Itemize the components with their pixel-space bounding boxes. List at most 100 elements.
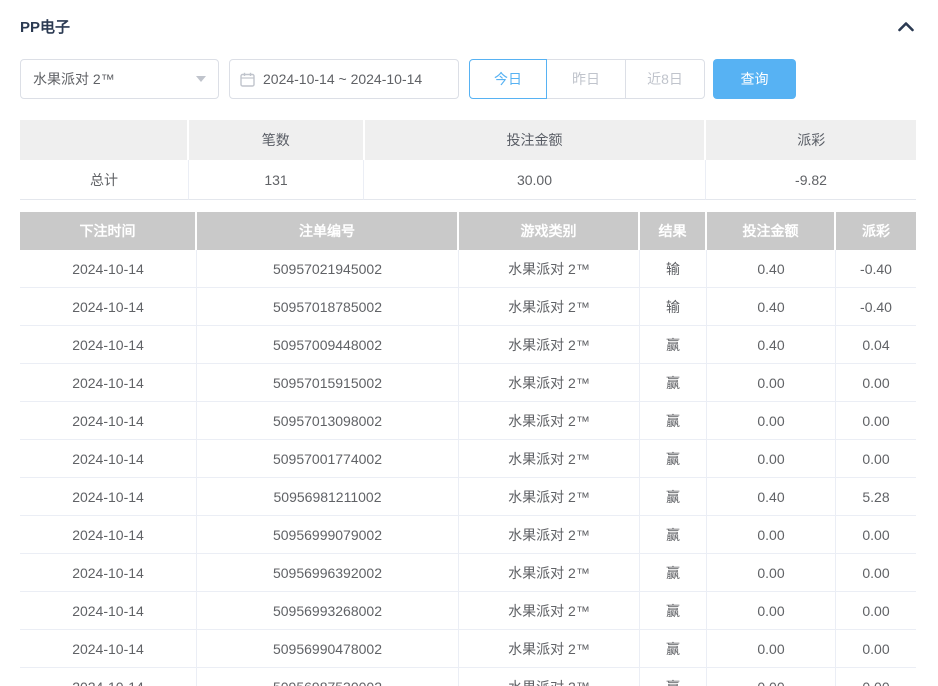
summary-header-payout: 派彩 [706,120,916,160]
table-row: 2024-10-14 50956990478002 水果派对 2™ 赢 0.00… [20,630,916,668]
cell-order-id: 50957001774002 [197,440,459,478]
chevron-up-icon [898,21,914,32]
cell-bet-amount: 0.40 [707,288,836,326]
summary-table-header: 笔数 投注金额 派彩 [20,120,916,160]
table-row: 2024-10-14 50956987530002 水果派对 2™ 赢 0.00… [20,668,916,686]
cell-bet-amount: 0.40 [707,478,836,516]
cell-game-type: 水果派对 2™ [459,478,640,516]
cell-game-type: 水果派对 2™ [459,250,640,288]
cell-payout: -0.40 [836,250,916,288]
detail-header-result: 结果 [640,212,707,250]
summary-header-count: 笔数 [189,120,363,160]
detail-header-bet-time: 下注时间 [20,212,197,250]
cell-game-type: 水果派对 2™ [459,440,640,478]
cell-bet-time: 2024-10-14 [20,326,197,364]
yesterday-button[interactable]: 昨日 [546,59,626,99]
cell-result: 赢 [640,668,707,686]
cell-bet-amount: 0.00 [707,630,836,668]
cell-game-type: 水果派对 2™ [459,288,640,326]
cell-payout: 0.00 [836,440,916,478]
cell-result: 赢 [640,592,707,630]
cell-order-id: 50957009448002 [197,326,459,364]
cell-result: 赢 [640,364,707,402]
cell-result: 赢 [640,630,707,668]
cell-bet-amount: 0.00 [707,440,836,478]
cell-bet-time: 2024-10-14 [20,478,197,516]
cell-result: 赢 [640,402,707,440]
cell-order-id: 50956999079002 [197,516,459,554]
detail-table: 下注时间 注单编号 游戏类别 结果 投注金额 派彩 2024-10-14 509… [20,212,916,686]
cell-game-type: 水果派对 2™ [459,668,640,686]
page-title: PP电子 [20,16,70,37]
cell-bet-amount: 0.40 [707,326,836,364]
cell-payout: 0.00 [836,630,916,668]
cell-result: 输 [640,288,707,326]
cell-payout: 5.28 [836,478,916,516]
cell-bet-amount: 0.00 [707,554,836,592]
cell-payout: 0.00 [836,402,916,440]
summary-total-payout: -9.82 [705,160,916,200]
cell-bet-amount: 0.40 [707,250,836,288]
last-8-days-button[interactable]: 近8日 [625,59,705,99]
cell-bet-time: 2024-10-14 [20,250,197,288]
cell-bet-amount: 0.00 [707,516,836,554]
cell-order-id: 50957018785002 [197,288,459,326]
cell-payout: 0.00 [836,516,916,554]
cell-result: 赢 [640,440,707,478]
quick-filter-group: 今日 昨日 近8日 [469,59,705,99]
calendar-icon [240,72,255,87]
table-row: 2024-10-14 50956999079002 水果派对 2™ 赢 0.00… [20,516,916,554]
cell-payout: 0.04 [836,326,916,364]
cell-game-type: 水果派对 2™ [459,326,640,364]
cell-order-id: 50956993268002 [197,592,459,630]
cell-result: 赢 [640,516,707,554]
search-button[interactable]: 查询 [713,59,796,99]
date-range-input[interactable]: 2024-10-14 ~ 2024-10-14 [229,59,459,99]
today-button[interactable]: 今日 [469,59,547,99]
table-row: 2024-10-14 50957015915002 水果派对 2™ 赢 0.00… [20,364,916,402]
cell-bet-time: 2024-10-14 [20,554,197,592]
cell-bet-time: 2024-10-14 [20,592,197,630]
panel-header: PP电子 [20,14,916,38]
detail-header-order-id: 注单编号 [197,212,459,250]
cell-bet-time: 2024-10-14 [20,630,197,668]
date-range-value: 2024-10-14 ~ 2024-10-14 [263,71,422,87]
detail-header-bet-amount: 投注金额 [707,212,836,250]
game-select-value: 水果派对 2™ [33,69,196,89]
cell-bet-amount: 0.00 [707,592,836,630]
cell-order-id: 50956981211002 [197,478,459,516]
cell-bet-amount: 0.00 [707,668,836,686]
cell-payout: 0.00 [836,364,916,402]
chevron-down-icon [196,76,206,82]
table-row: 2024-10-14 50956996392002 水果派对 2™ 赢 0.00… [20,554,916,592]
collapse-button[interactable] [896,16,916,36]
table-row: 2024-10-14 50956981211002 水果派对 2™ 赢 0.40… [20,478,916,516]
summary-total-bet-amount: 30.00 [363,160,705,200]
panel: PP电子 水果派对 2™ 2024-10-14 ~ 2024-10-14 今日 … [0,14,938,686]
cell-order-id: 50956990478002 [197,630,459,668]
cell-bet-amount: 0.00 [707,402,836,440]
summary-total-count: 131 [188,160,363,200]
table-row: 2024-10-14 50957013098002 水果派对 2™ 赢 0.00… [20,402,916,440]
cell-result: 赢 [640,326,707,364]
table-row: 2024-10-14 50957018785002 水果派对 2™ 输 0.40… [20,288,916,326]
cell-game-type: 水果派对 2™ [459,630,640,668]
cell-result: 赢 [640,554,707,592]
cell-payout: 0.00 [836,554,916,592]
cell-order-id: 50956987530002 [197,668,459,686]
summary-table: 笔数 投注金额 派彩 总计 131 30.00 -9.82 [20,120,916,200]
game-select[interactable]: 水果派对 2™ [20,59,219,99]
cell-bet-time: 2024-10-14 [20,364,197,402]
table-row: 2024-10-14 50957009448002 水果派对 2™ 赢 0.40… [20,326,916,364]
detail-table-header: 下注时间 注单编号 游戏类别 结果 投注金额 派彩 [20,212,916,250]
cell-order-id: 50956996392002 [197,554,459,592]
summary-total-label: 总计 [20,160,188,200]
detail-table-body: 2024-10-14 50957021945002 水果派对 2™ 输 0.40… [20,250,916,686]
cell-game-type: 水果派对 2™ [459,402,640,440]
cell-order-id: 50957013098002 [197,402,459,440]
summary-total-row: 总计 131 30.00 -9.82 [20,160,916,200]
cell-bet-time: 2024-10-14 [20,402,197,440]
cell-game-type: 水果派对 2™ [459,554,640,592]
filter-bar: 水果派对 2™ 2024-10-14 ~ 2024-10-14 今日 昨日 近8… [20,59,916,99]
cell-game-type: 水果派对 2™ [459,516,640,554]
